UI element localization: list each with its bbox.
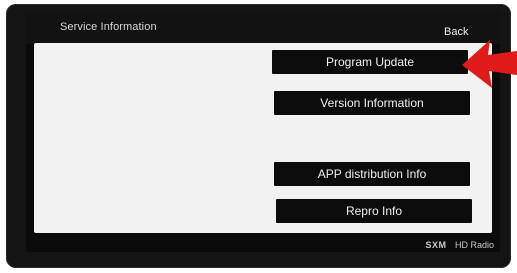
app-distribution-info-button[interactable]: APP distribution Info	[274, 162, 470, 186]
page-title: Service Information	[60, 21, 157, 33]
arrow-shape	[462, 40, 517, 88]
footer-logos: SXM HD Radio	[419, 240, 494, 250]
sxm-logo: SXM	[425, 240, 447, 250]
title-bar: Service Information Back	[26, 12, 500, 44]
repro-info-button[interactable]: Repro Info	[276, 199, 472, 223]
version-information-button[interactable]: Version Information	[274, 91, 470, 115]
hd-radio-logo: HD Radio	[454, 240, 494, 250]
program-update-button[interactable]: Program Update	[272, 50, 468, 74]
infotainment-screen: Service Information Back Program Update …	[26, 12, 500, 252]
back-button[interactable]: Back	[444, 26, 468, 38]
red-arrow-icon	[462, 40, 517, 88]
